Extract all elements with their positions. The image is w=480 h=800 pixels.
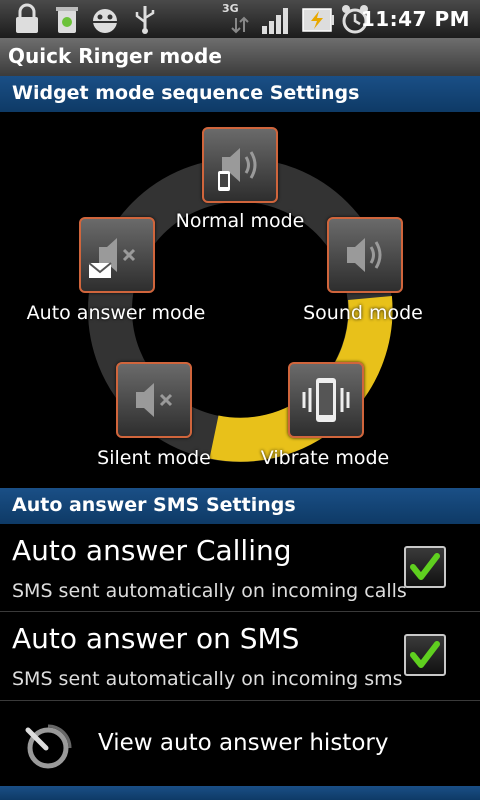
section-title: Widget mode sequence Settings	[12, 82, 360, 104]
usb-icon	[135, 6, 155, 34]
vibrate-mode-button[interactable]	[288, 362, 364, 438]
sound-mode-button[interactable]	[327, 217, 403, 293]
auto-answer-sms-row[interactable]: Auto answer on SMS SMS sent automaticall…	[0, 612, 480, 701]
row-title: Auto answer Calling	[12, 534, 292, 567]
app-title: Quick Ringer mode	[8, 44, 222, 68]
silent-mode-button[interactable]	[116, 362, 192, 438]
view-history-label: View auto answer history	[98, 730, 389, 756]
normal-mode-label: Normal mode	[175, 210, 305, 232]
auto-answer-calling-checkbox[interactable]	[404, 546, 446, 588]
history-icon	[25, 724, 72, 769]
title-bar: Quick Ringer mode	[0, 38, 480, 77]
lock-icon	[16, 3, 38, 33]
next-section-header	[0, 786, 480, 800]
android-debug-icon	[93, 9, 117, 33]
normal-mode-icon	[218, 148, 257, 191]
auto-answer-mode-label: Auto answer mode	[26, 302, 206, 324]
silent-mode-label: Silent mode	[97, 447, 211, 469]
view-history-row[interactable]: View auto answer history	[0, 702, 480, 786]
silent-mode-icon	[136, 383, 173, 417]
auto-answer-sms-checkbox[interactable]	[404, 634, 446, 676]
row-subtitle: SMS sent automatically on incoming calls	[12, 580, 407, 602]
row-subtitle: SMS sent automatically on incoming sms	[12, 668, 403, 690]
mode-sequence-wheel: Normal mode Sound mode Vibrate mode Sile…	[0, 112, 480, 488]
status-bar: 3G 11:47 PM	[0, 0, 480, 38]
checkmark-icon	[410, 553, 440, 580]
recycle-bin-icon	[56, 7, 78, 33]
auto-answer-calling-row[interactable]: Auto answer Calling SMS sent automatical…	[0, 524, 480, 612]
normal-mode-button[interactable]	[202, 127, 278, 203]
widget-mode-section-header: Widget mode sequence Settings	[0, 76, 480, 112]
row-title: Auto answer on SMS	[12, 622, 300, 655]
vibrate-mode-label: Vibrate mode	[260, 447, 390, 469]
signal-strength-icon	[262, 8, 288, 34]
vibrate-mode-icon	[302, 378, 350, 422]
sound-mode-label: Sound mode	[303, 302, 423, 324]
auto-answer-sms-section-header: Auto answer SMS Settings	[0, 488, 480, 524]
data-arrows-icon	[231, 16, 249, 34]
sound-mode-icon	[347, 238, 382, 272]
section-title: Auto answer SMS Settings	[12, 494, 296, 516]
battery-charging-icon	[302, 8, 334, 32]
auto-answer-mode-icon	[88, 238, 136, 278]
checkmark-icon	[410, 641, 440, 668]
clock: 11:47 PM	[360, 7, 470, 31]
auto-answer-mode-button[interactable]	[79, 217, 155, 293]
